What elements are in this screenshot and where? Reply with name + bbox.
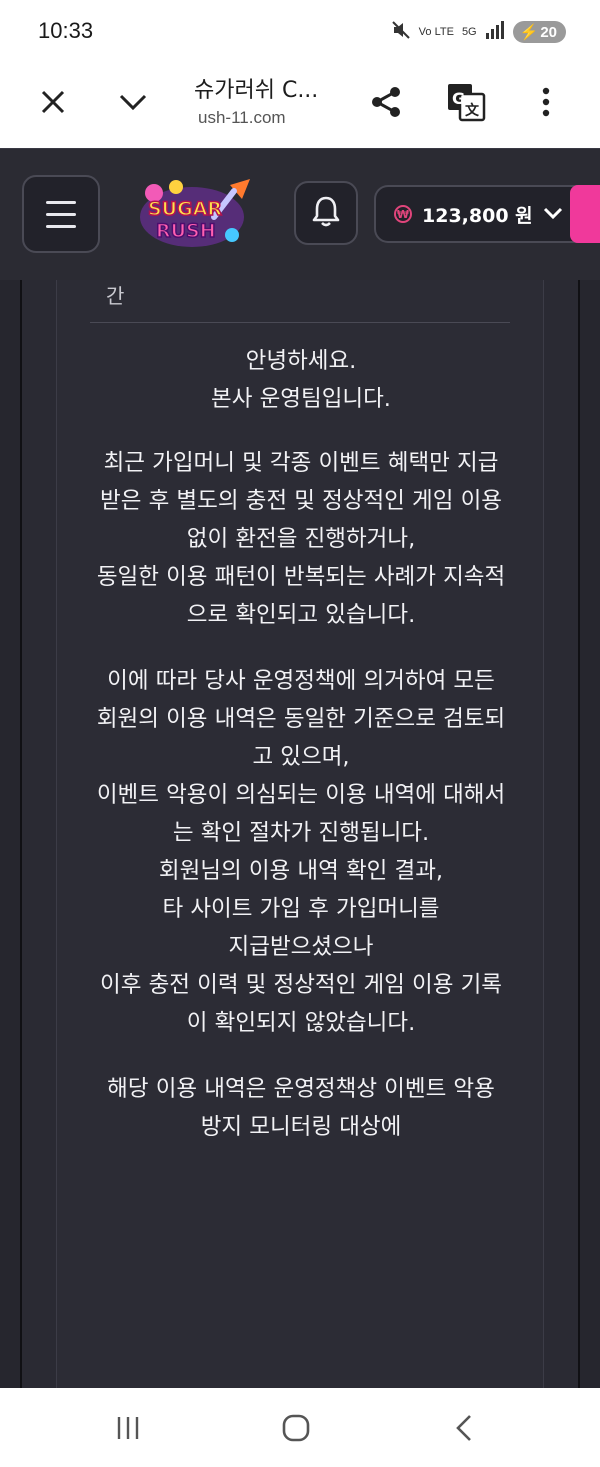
balance-amount: 123,800 원 <box>422 204 533 227</box>
site-header: SUGAR RUSH ₩ 123,800 원 <box>0 148 600 280</box>
recents-icon[interactable] <box>98 1408 158 1448</box>
share-icon[interactable] <box>364 80 408 124</box>
chevron-down-icon[interactable] <box>111 80 155 124</box>
mute-icon <box>391 20 411 44</box>
battery-indicator: ⚡ 20 <box>512 21 566 43</box>
logo-text-bottom: RUSH <box>156 220 216 242</box>
text-line: 이벤트 악용이 의심되는 이용 내역에 대해서는 확인 절차가 진행됩니다. <box>96 782 506 846</box>
svg-text:G: G <box>452 89 465 108</box>
text-line: 해당 이용 내역은 운영정책상 이벤트 악용 방지 모니터링 대상에 <box>107 1076 495 1140</box>
home-icon[interactable] <box>266 1408 326 1448</box>
svg-text:文: 文 <box>465 102 480 119</box>
previous-row-label: 간 <box>106 284 125 308</box>
notification-bell-button[interactable] <box>294 181 358 245</box>
paragraph: 이에 따라 당사 운영정책에 의거하여 모든 회원의 이용 내역은 동일한 기준… <box>96 662 506 1042</box>
paragraph: 최근 가입머니 및 각종 이벤트 혜택만 지급받은 후 별도의 충전 및 정상적… <box>96 444 506 634</box>
text-line: 동일한 이용 패턴이 반복되는 사례가 지속적으로 확인되고 있습니다. <box>96 564 506 628</box>
coin-icon: ₩ <box>394 205 412 223</box>
text-line: 본사 운영팀입니다. <box>211 386 391 412</box>
bell-icon <box>309 194 343 232</box>
more-vert-icon[interactable] <box>524 80 568 124</box>
message-body: 안녕하세요. 본사 운영팀입니다. 최근 가입머니 및 각종 이벤트 혜택만 지… <box>96 342 506 1160</box>
text-line: 안녕하세요. <box>245 348 357 374</box>
status-bar: 10:33 Vo LTE 5G ⚡ 20 <box>0 0 600 62</box>
text-line: 이에 따라 당사 운영정책에 의거하여 모든 회원의 이용 내역은 동일한 기준… <box>96 668 506 770</box>
network-5g-label: 5G <box>461 26 477 38</box>
close-icon[interactable] <box>31 80 75 124</box>
hamburger-menu-button[interactable] <box>22 175 100 253</box>
status-time: 10:33 <box>38 18 94 43</box>
chevron-down-icon <box>543 205 563 224</box>
text-line: 회원님의 이용 내역 확인 결과, <box>158 858 444 884</box>
battery-level: 20 <box>540 23 557 41</box>
sugar-rush-logo[interactable]: SUGAR RUSH <box>134 177 256 253</box>
page-url[interactable]: ush-11.com <box>198 108 286 128</box>
volte-label: Vo LTE <box>418 26 454 38</box>
text-line: 이후 충전 이력 및 정상적인 게임 이용 기록이 확인되지 않았습니다. <box>100 972 502 1036</box>
signal-icon <box>485 21 505 43</box>
browser-toolbar: 슈가러쉬 C... ush-11.com G文 <box>0 62 600 148</box>
system-navigation-bar <box>0 1388 600 1467</box>
status-icons: Vo LTE 5G ⚡ 20 <box>391 20 566 44</box>
paragraph: 안녕하세요. 본사 운영팀입니다. <box>96 342 506 418</box>
balance-dropdown[interactable]: ₩ 123,800 원 <box>374 185 600 243</box>
logo-text-top: SUGAR <box>148 198 222 220</box>
page-title[interactable]: 슈가러쉬 C... <box>194 72 318 104</box>
charging-icon: ⚡ <box>519 24 539 41</box>
divider <box>90 322 510 323</box>
text-line: 지급받으셨으나 <box>228 934 374 960</box>
translate-icon[interactable]: G文 <box>444 80 488 124</box>
deposit-button[interactable] <box>570 185 600 243</box>
paragraph: 해당 이용 내역은 운영정책상 이벤트 악용 방지 모니터링 대상에 <box>96 1070 506 1146</box>
message-content-area: 간 안녕하세요. 본사 운영팀입니다. 최근 가입머니 및 각종 이벤트 혜택만… <box>0 280 600 1388</box>
back-icon[interactable] <box>434 1408 494 1448</box>
text-line: 타 사이트 가입 후 가입머니를 <box>162 896 440 922</box>
text-line: 최근 가입머니 및 각종 이벤트 혜택만 지급받은 후 별도의 충전 및 정상적… <box>100 450 502 552</box>
